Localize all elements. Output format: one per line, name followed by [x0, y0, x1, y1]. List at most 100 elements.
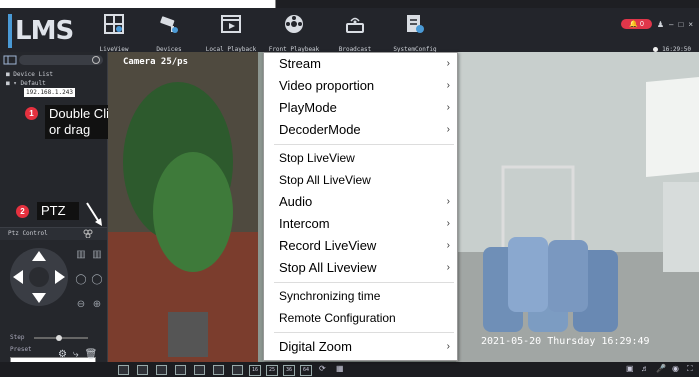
menu-item-playmode[interactable]: PlayMode	[279, 100, 337, 115]
menu-item-record-liveview[interactable]: Record LiveView	[279, 238, 376, 253]
menu-item-label: Digital Zoom	[279, 339, 352, 354]
menu-item-stream[interactable]: Stream	[279, 56, 321, 71]
ptz-expand-icon[interactable]	[83, 229, 93, 238]
tree-device-item[interactable]: 192.168.1.243	[24, 88, 75, 97]
preset-delete-icon[interactable]: 🗑	[85, 349, 98, 360]
step2-tooltip: PTZ	[37, 202, 79, 220]
submenu-chevron-icon: ›	[446, 124, 450, 135]
liveview-icon	[104, 14, 124, 34]
menu-separator	[274, 144, 454, 145]
microphone-icon[interactable]: 🎤	[656, 364, 666, 373]
volume-icon[interactable]: ♬	[641, 364, 649, 373]
step-slider[interactable]	[34, 335, 88, 341]
ptz-left-icon[interactable]	[13, 270, 23, 284]
nav-front-playback[interactable]: Front Playbeak	[264, 11, 324, 53]
ptz-up-icon[interactable]	[32, 251, 46, 261]
alarm-count: 0	[639, 21, 644, 28]
camera-devices-icon	[160, 16, 178, 33]
layout-4-icon[interactable]	[137, 365, 148, 375]
menu-item-video-proportion[interactable]: Video proportion	[279, 78, 374, 93]
menu-item-stop-all-liveview[interactable]: Stop All LiveView	[279, 173, 371, 187]
search-icon	[92, 56, 100, 64]
device-search-input[interactable]	[19, 55, 103, 65]
layout-64-button[interactable]: 64	[300, 365, 312, 376]
menu-item-remote-configuration[interactable]: Remote Configuration	[279, 311, 396, 325]
bottom-layout-bar: 16 25 36 64 ⟳ ▦ ▣ ♬ 🎤 ◉ ⛶	[0, 362, 699, 377]
layout-25-button[interactable]: 25	[266, 365, 278, 376]
layout-8-icon[interactable]	[175, 365, 186, 375]
menu-separator	[274, 332, 454, 333]
menu-item-stop-all-liveview-record[interactable]: Stop All Liveview	[279, 260, 377, 275]
focus-near-icon[interactable]: ▥	[74, 249, 88, 263]
layout-9-icon[interactable]	[194, 365, 205, 375]
left-panel: ■ Device List ■ ▾ Default 192.168.1.243 …	[0, 52, 129, 369]
context-menu: Stream › Video proportion › PlayMode › D…	[263, 52, 458, 361]
window-controls: 🔔 0 ♟ – □ ×	[621, 18, 693, 30]
ptz-right-icon[interactable]	[55, 270, 65, 284]
layout-10-icon[interactable]	[213, 365, 224, 375]
zoom-in-icon[interactable]: ⊕	[90, 299, 104, 313]
grid-settings-icon[interactable]: ▦	[336, 364, 344, 373]
front-playback-icon	[285, 15, 303, 33]
menu-item-label: Synchronizing time	[279, 289, 381, 303]
ptz-down-icon[interactable]	[32, 293, 46, 303]
minimize-icon[interactable]: –	[669, 20, 673, 29]
preset-label: Preset	[10, 346, 32, 353]
zoom-out-icon[interactable]: ⊖	[74, 299, 88, 313]
preset-call-icon[interactable]: ⤷	[73, 349, 79, 360]
submenu-chevron-icon: ›	[446, 240, 450, 251]
device-list-icon[interactable]	[3, 55, 17, 65]
pointer-arrow-icon	[86, 202, 102, 226]
menu-item-decodermode[interactable]: DecoderMode	[279, 122, 361, 137]
preset-settings-icon[interactable]: ⚙	[58, 349, 67, 360]
ptz-center[interactable]	[29, 267, 49, 287]
nav-broadcast[interactable]: Broadcast	[325, 11, 385, 53]
layout-6-icon[interactable]	[156, 365, 167, 375]
menu-item-label: Stop LiveView	[279, 151, 355, 165]
menu-item-label: Stream	[279, 56, 321, 71]
preset-actions: ⚙ ⤷ 🗑	[58, 349, 97, 360]
menu-item-intercom[interactable]: Intercom	[279, 216, 330, 231]
step-label: Step	[10, 334, 25, 341]
user-icon[interactable]: ♟	[657, 20, 664, 29]
menu-item-label: PlayMode	[279, 100, 337, 115]
menu-separator	[274, 282, 454, 283]
refresh-icon[interactable]: ⟳	[319, 364, 326, 373]
alarm-badge[interactable]: 🔔 0	[621, 19, 652, 29]
layout-13-icon[interactable]	[232, 365, 243, 375]
video-timestamp-overlay: 2021-05-20 Thursday 16:29:49	[481, 336, 650, 347]
tree-group[interactable]: ■ ▾ Default	[6, 79, 75, 88]
system-config-icon	[407, 15, 424, 33]
menu-item-label: Stop All LiveView	[279, 173, 371, 187]
nav-liveview[interactable]: LiveView	[84, 11, 144, 53]
layout-16-button[interactable]: 16	[249, 365, 261, 376]
focus-far-icon[interactable]: ▥	[90, 249, 104, 263]
tree-group-label: Default	[20, 80, 46, 87]
ptz-direction-pad[interactable]	[10, 248, 68, 306]
close-icon[interactable]: ×	[688, 20, 693, 29]
submenu-chevron-icon: ›	[446, 341, 450, 352]
menu-item-stop-liveview[interactable]: Stop LiveView	[279, 151, 355, 165]
restore-icon[interactable]: □	[678, 20, 683, 29]
menu-item-audio[interactable]: Audio	[279, 194, 312, 209]
menu-item-digital-zoom[interactable]: Digital Zoom	[279, 339, 352, 354]
iris-open-icon[interactable]: ◯	[74, 274, 88, 288]
fullscreen-layout-icon[interactable]: ▣	[626, 364, 634, 373]
device-list-header	[3, 54, 103, 66]
layout-36-button[interactable]: 36	[283, 365, 295, 376]
fullscreen-icon[interactable]: ⛶	[687, 364, 693, 374]
menu-item-label: Audio	[279, 194, 313, 209]
nav-local-playback[interactable]: Local Playback	[201, 11, 261, 53]
submenu-chevron-icon: ›	[446, 262, 450, 273]
step-slider-knob[interactable]	[56, 335, 62, 341]
tree-root[interactable]: ■ Device List	[6, 70, 75, 79]
ptz-side-controls: ▥ ▥ ◯ ◯ ⊖ ⊕	[73, 244, 107, 319]
menu-item-synchronizing-time[interactable]: Synchronizing time	[279, 289, 380, 303]
nav-devices[interactable]: Devices	[139, 11, 199, 53]
local-playback-icon	[221, 15, 241, 33]
layout-1-icon[interactable]	[118, 365, 129, 375]
nav-system-config[interactable]: SystemConfig	[385, 11, 445, 53]
snapshot-icon[interactable]: ◉	[672, 364, 679, 373]
iris-close-icon[interactable]: ◯	[90, 274, 104, 288]
menu-item-label: Video proportion	[279, 78, 375, 93]
